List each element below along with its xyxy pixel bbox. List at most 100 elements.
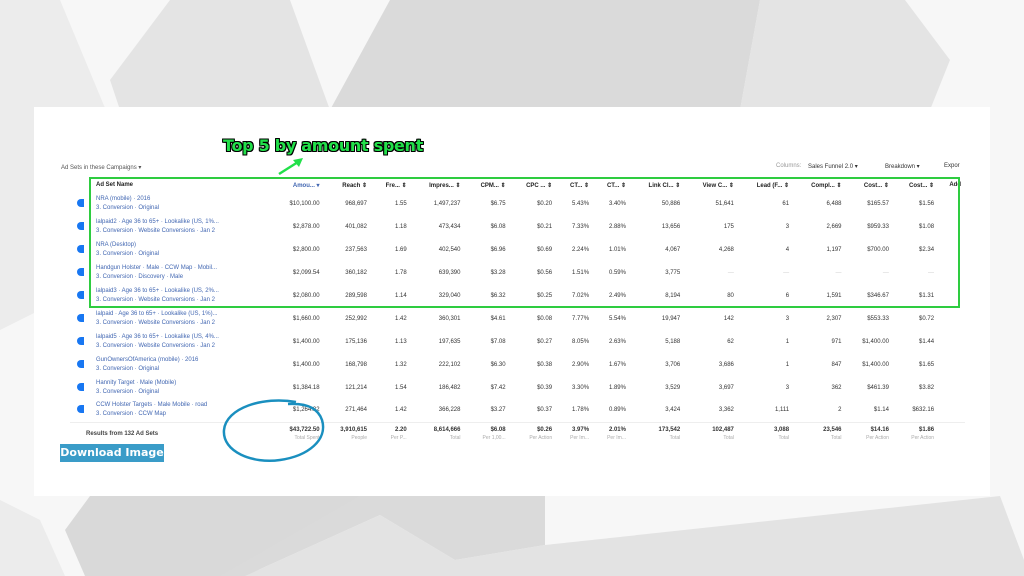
ad-set-name-link[interactable]: NRA (mobile) · 2016	[96, 196, 150, 202]
column-header-reach[interactable]: Reach ⇕	[324, 178, 371, 192]
summary-cpm: $6.08 Per 1,00...	[464, 421, 510, 446]
cell-frequency: 1.78	[395, 269, 407, 276]
cell-reach: 168,798	[345, 361, 367, 368]
ad-set-name-link[interactable]: lalpaid3 · Age 36 to 65+ · Lookalike (US…	[96, 288, 219, 294]
summary-cpc: $0.26 Per Action	[509, 421, 557, 446]
column-header-frequency[interactable]: Fre... ⇕	[371, 178, 411, 192]
summary-ctr-1: 3.97% Per Im...	[556, 421, 594, 446]
columns-label: Columns:	[776, 163, 802, 169]
ad-set-name-link[interactable]: GunOwnersOfAmerica (mobile) · 2016	[96, 357, 198, 363]
summary-unit-label: Total Spent	[294, 435, 320, 442]
cell-ctr-1: 3.30%	[572, 384, 590, 391]
column-header-amount-spent[interactable]: Amou... ▾	[272, 178, 324, 192]
ad-set-name-link[interactable]: CCW Holster Targets · Male Mobile · road	[96, 402, 207, 408]
table-row[interactable]: lalpaid · Age 36 to 65+ · Lookalike (US,…	[70, 307, 965, 330]
column-header-cost-1[interactable]: Cost... ⇕	[846, 178, 893, 192]
cell-view-content: 3,362	[718, 407, 734, 414]
cell-view-content: 62	[727, 338, 734, 345]
cell-reach: 121,214	[345, 384, 367, 391]
column-header-cpm[interactable]: CPM... ⇕	[464, 178, 509, 192]
export-button[interactable]: Expor	[944, 163, 960, 169]
download-image-button[interactable]: Download Image	[60, 444, 164, 462]
cell-cost-1: —	[882, 269, 889, 276]
cell-add	[938, 353, 965, 376]
toggle-switch-icon[interactable]	[76, 267, 84, 276]
cell-cpm: $6.96	[490, 246, 506, 253]
cell-ctr-1: 1.51%	[572, 269, 590, 276]
column-header-ad-set-name[interactable]: Ad Set Name	[90, 178, 272, 192]
ad-set-name-link[interactable]: lalpaid5 · Age 36 to 65+ · Lookalike (US…	[96, 334, 219, 340]
ad-set-subtitle[interactable]: 3. Conversion · CCW Map	[96, 410, 268, 419]
column-header-impressions[interactable]: Impres... ⇕	[411, 178, 465, 192]
cell-amount-spent: $1,264.32	[292, 407, 320, 414]
ad-set-subtitle[interactable]: 3. Conversion · Website Conversions · Ja…	[96, 319, 268, 328]
cell-impressions: 222,102	[438, 361, 461, 368]
toggle-switch-icon[interactable]	[76, 336, 84, 345]
column-header-complete[interactable]: Compl... ⇕	[793, 178, 845, 192]
ad-set-subtitle[interactable]: 3. Conversion · Original	[96, 250, 268, 259]
toggle-switch-icon[interactable]	[76, 221, 84, 230]
ad-set-subtitle[interactable]: 3. Conversion · Website Conversions · Ja…	[96, 296, 268, 305]
cell-link-clicks: 4,067	[665, 246, 681, 253]
ad-set-name-link[interactable]: Handgun Holster · Male · CCW Map · Mobil…	[96, 265, 217, 271]
column-header-lead[interactable]: Lead (F... ⇕	[738, 178, 793, 192]
column-header-cost-2[interactable]: Cost... ⇕	[893, 178, 938, 192]
toggle-cell	[70, 330, 90, 353]
ad-set-subtitle[interactable]: 3. Conversion · Discovery · Male	[96, 273, 268, 282]
toggle-cell	[70, 376, 90, 399]
ad-set-subtitle[interactable]: 3. Conversion · Original	[96, 204, 268, 213]
ad-set-subtitle[interactable]: 3. Conversion · Website Conversions · Ja…	[96, 342, 268, 351]
cell-cpm: $3.28	[490, 269, 506, 276]
cell-lead: 1,111	[774, 407, 790, 414]
cell-cost-1: $1,400.00	[862, 361, 889, 368]
table-row[interactable]: NRA (mobile) · 2016 3. Conversion · Origi…	[70, 192, 965, 215]
toggle-switch-icon[interactable]	[76, 198, 84, 207]
ad-set-name-link[interactable]: lalpaid · Age 36 to 65+ · Lookalike (US,…	[96, 311, 218, 317]
breakdown-dropdown[interactable]: Breakdown ▾	[885, 163, 920, 170]
toggle-switch-icon[interactable]	[76, 359, 84, 368]
table-row[interactable]: lalpaid5 · Age 36 to 65+ · Lookalike (US…	[70, 330, 965, 353]
cell-complete: 1,197	[826, 246, 842, 253]
annotation-arrow-icon	[278, 158, 303, 176]
ad-set-subtitle[interactable]: 3. Conversion · Original	[96, 365, 268, 374]
table-row[interactable]: lalpaid3 · Age 36 to 65+ · Lookalike (US…	[70, 284, 965, 307]
toggle-switch-icon[interactable]	[76, 313, 84, 322]
column-header-ctr-2[interactable]: CT... ⇕	[593, 178, 630, 192]
table-row[interactable]: lalpaid2 · Age 36 to 65+ · Lookalike (US…	[70, 215, 965, 238]
column-header-cpc[interactable]: CPC ... ⇕	[510, 178, 557, 192]
ad-set-subtitle[interactable]: 3. Conversion · Website Conversions · Ja…	[96, 227, 268, 236]
table-row[interactable]: Hannity Target · Male (Mobile) 3. Convers…	[70, 376, 965, 399]
ad-set-subtitle[interactable]: 3. Conversion · Original	[96, 388, 268, 397]
toggle-switch-icon[interactable]	[76, 244, 84, 253]
cell-ctr-1: 7.33%	[572, 223, 590, 230]
ad-set-name-link[interactable]: Hannity Target · Male (Mobile)	[96, 380, 176, 386]
cell-view-content: 51,641	[715, 200, 734, 207]
column-header-add[interactable]: Add	[938, 178, 965, 192]
columns-dropdown[interactable]: Sales Funnel 2.0 ▾	[808, 163, 858, 170]
column-header-link-clicks[interactable]: Link Cl... ⇕	[630, 178, 684, 192]
cell-cost-1: $1.14	[873, 407, 889, 414]
cell-cpm: $7.08	[490, 338, 506, 345]
section-dropdown[interactable]: Ad Sets in these Campaigns ▾	[61, 164, 141, 171]
toggle-switch-icon[interactable]	[76, 290, 84, 299]
cell-ctr-1: 2.24%	[572, 246, 590, 253]
table-row[interactable]: CCW Holster Targets · Male Mobile · road…	[70, 399, 965, 422]
ad-set-name-link[interactable]: NRA (Desktop)	[96, 242, 136, 248]
summary-unit-label: Per Action	[529, 435, 553, 442]
cell-cost-1: $346.67	[867, 292, 889, 299]
table-row[interactable]: Handgun Holster · Male · CCW Map · Mobil…	[70, 261, 965, 284]
column-header-view-content[interactable]: View C... ⇕	[684, 178, 738, 192]
cell-cpc: $0.25	[537, 292, 553, 299]
table-row[interactable]: GunOwnersOfAmerica (mobile) · 2016 3. Con…	[70, 353, 965, 376]
summary-reach: 3,910,615 People	[323, 421, 371, 446]
ad-set-name-link[interactable]: lalpaid2 · Age 36 to 65+ · Lookalike (US…	[96, 219, 219, 225]
cell-lead: 1	[785, 338, 790, 345]
cell-lead: 3	[785, 223, 790, 230]
toggle-switch-icon[interactable]	[76, 382, 84, 391]
toggle-switch-icon[interactable]	[76, 405, 84, 414]
column-header-ctr-1[interactable]: CT... ⇕	[556, 178, 593, 192]
toggle-column-header	[70, 178, 90, 192]
cell-cost-2: $1.31	[919, 292, 935, 299]
cell-view-content: 80	[727, 292, 734, 299]
table-row[interactable]: NRA (Desktop) 3. Conversion · Original $2,…	[70, 238, 965, 261]
